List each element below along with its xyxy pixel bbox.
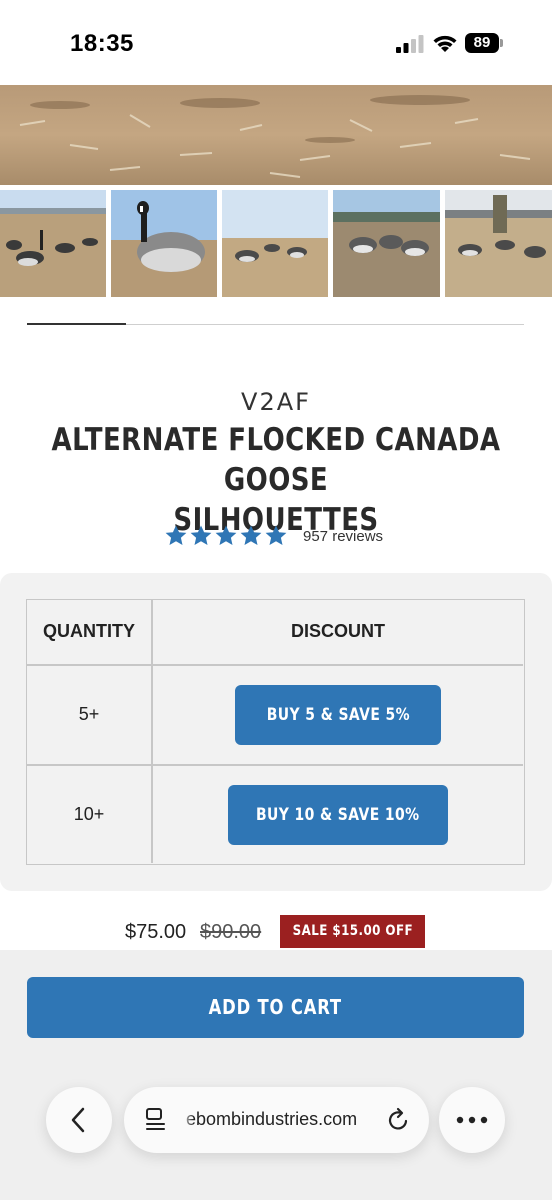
buy-5-save-button[interactable]: BUY 5 & SAVE 5% [235, 685, 441, 745]
thumbnail-5[interactable] [445, 190, 552, 297]
thumbnail-4[interactable] [333, 190, 440, 297]
star-icon [165, 525, 187, 545]
star-icon [265, 525, 287, 545]
back-button[interactable] [46, 1087, 112, 1153]
chevron-left-icon [71, 1107, 85, 1133]
star-icon [190, 525, 212, 545]
buy-10-save-button[interactable]: BUY 10 & SAVE 10% [228, 785, 448, 845]
quantity-5-plus: 5+ [78, 704, 100, 724]
address-bar[interactable]: ebombindustries.com [124, 1087, 429, 1153]
more-icon [456, 1116, 488, 1124]
review-count[interactable]: 957 reviews [303, 528, 383, 545]
battery-icon: 89 [465, 33, 503, 53]
star-icon [240, 525, 262, 545]
quantity-10-plus: 10+ [73, 804, 105, 824]
star-rating [164, 524, 288, 548]
star-icon [215, 525, 237, 545]
wifi-icon [433, 35, 457, 52]
product-title-line-1: ALTERNATE FLOCKED CANADA GOOSE [51, 422, 501, 498]
thumbnail-3[interactable] [222, 190, 328, 297]
battery-level: 89 [465, 33, 499, 53]
bottom-bar: ADD TO CART ebombindustries.com [0, 950, 552, 1200]
price-row: $75.00 $90.00 SALE $15.00 OFF [0, 915, 552, 949]
gallery-progress [27, 323, 524, 325]
thumbnail-2[interactable] [111, 190, 217, 297]
status-bar: 18:35 89 [0, 0, 552, 85]
reload-icon[interactable] [386, 1107, 412, 1133]
page-menu-icon[interactable] [144, 1107, 168, 1133]
product-brand: V2AF [241, 388, 311, 416]
gallery-progress-fill [27, 323, 127, 325]
original-price: $90.00 [200, 921, 262, 943]
product-hero-image[interactable] [0, 85, 552, 185]
sale-badge: SALE $15.00 OFF [280, 915, 425, 948]
discount-header: DISCOUNT [291, 621, 385, 641]
add-to-cart-button[interactable]: ADD TO CART [27, 977, 524, 1038]
volume-discount-panel: QUANTITY DISCOUNT 5+ BUY 5 & SAVE 5% 10+… [0, 573, 552, 891]
discount-table: QUANTITY DISCOUNT 5+ BUY 5 & SAVE 5% 10+… [26, 599, 525, 865]
url-text: ebombindustries.com [186, 1109, 358, 1129]
thumbnail-1[interactable] [0, 190, 106, 297]
more-options-button[interactable] [439, 1087, 505, 1153]
thumbnail-strip [0, 190, 552, 298]
cellular-signal-icon [396, 35, 424, 53]
quantity-header: QUANTITY [43, 621, 135, 641]
status-time: 18:35 [70, 30, 134, 57]
product-rating[interactable]: 957 reviews [0, 522, 552, 552]
current-price: $75.00 [125, 921, 187, 943]
